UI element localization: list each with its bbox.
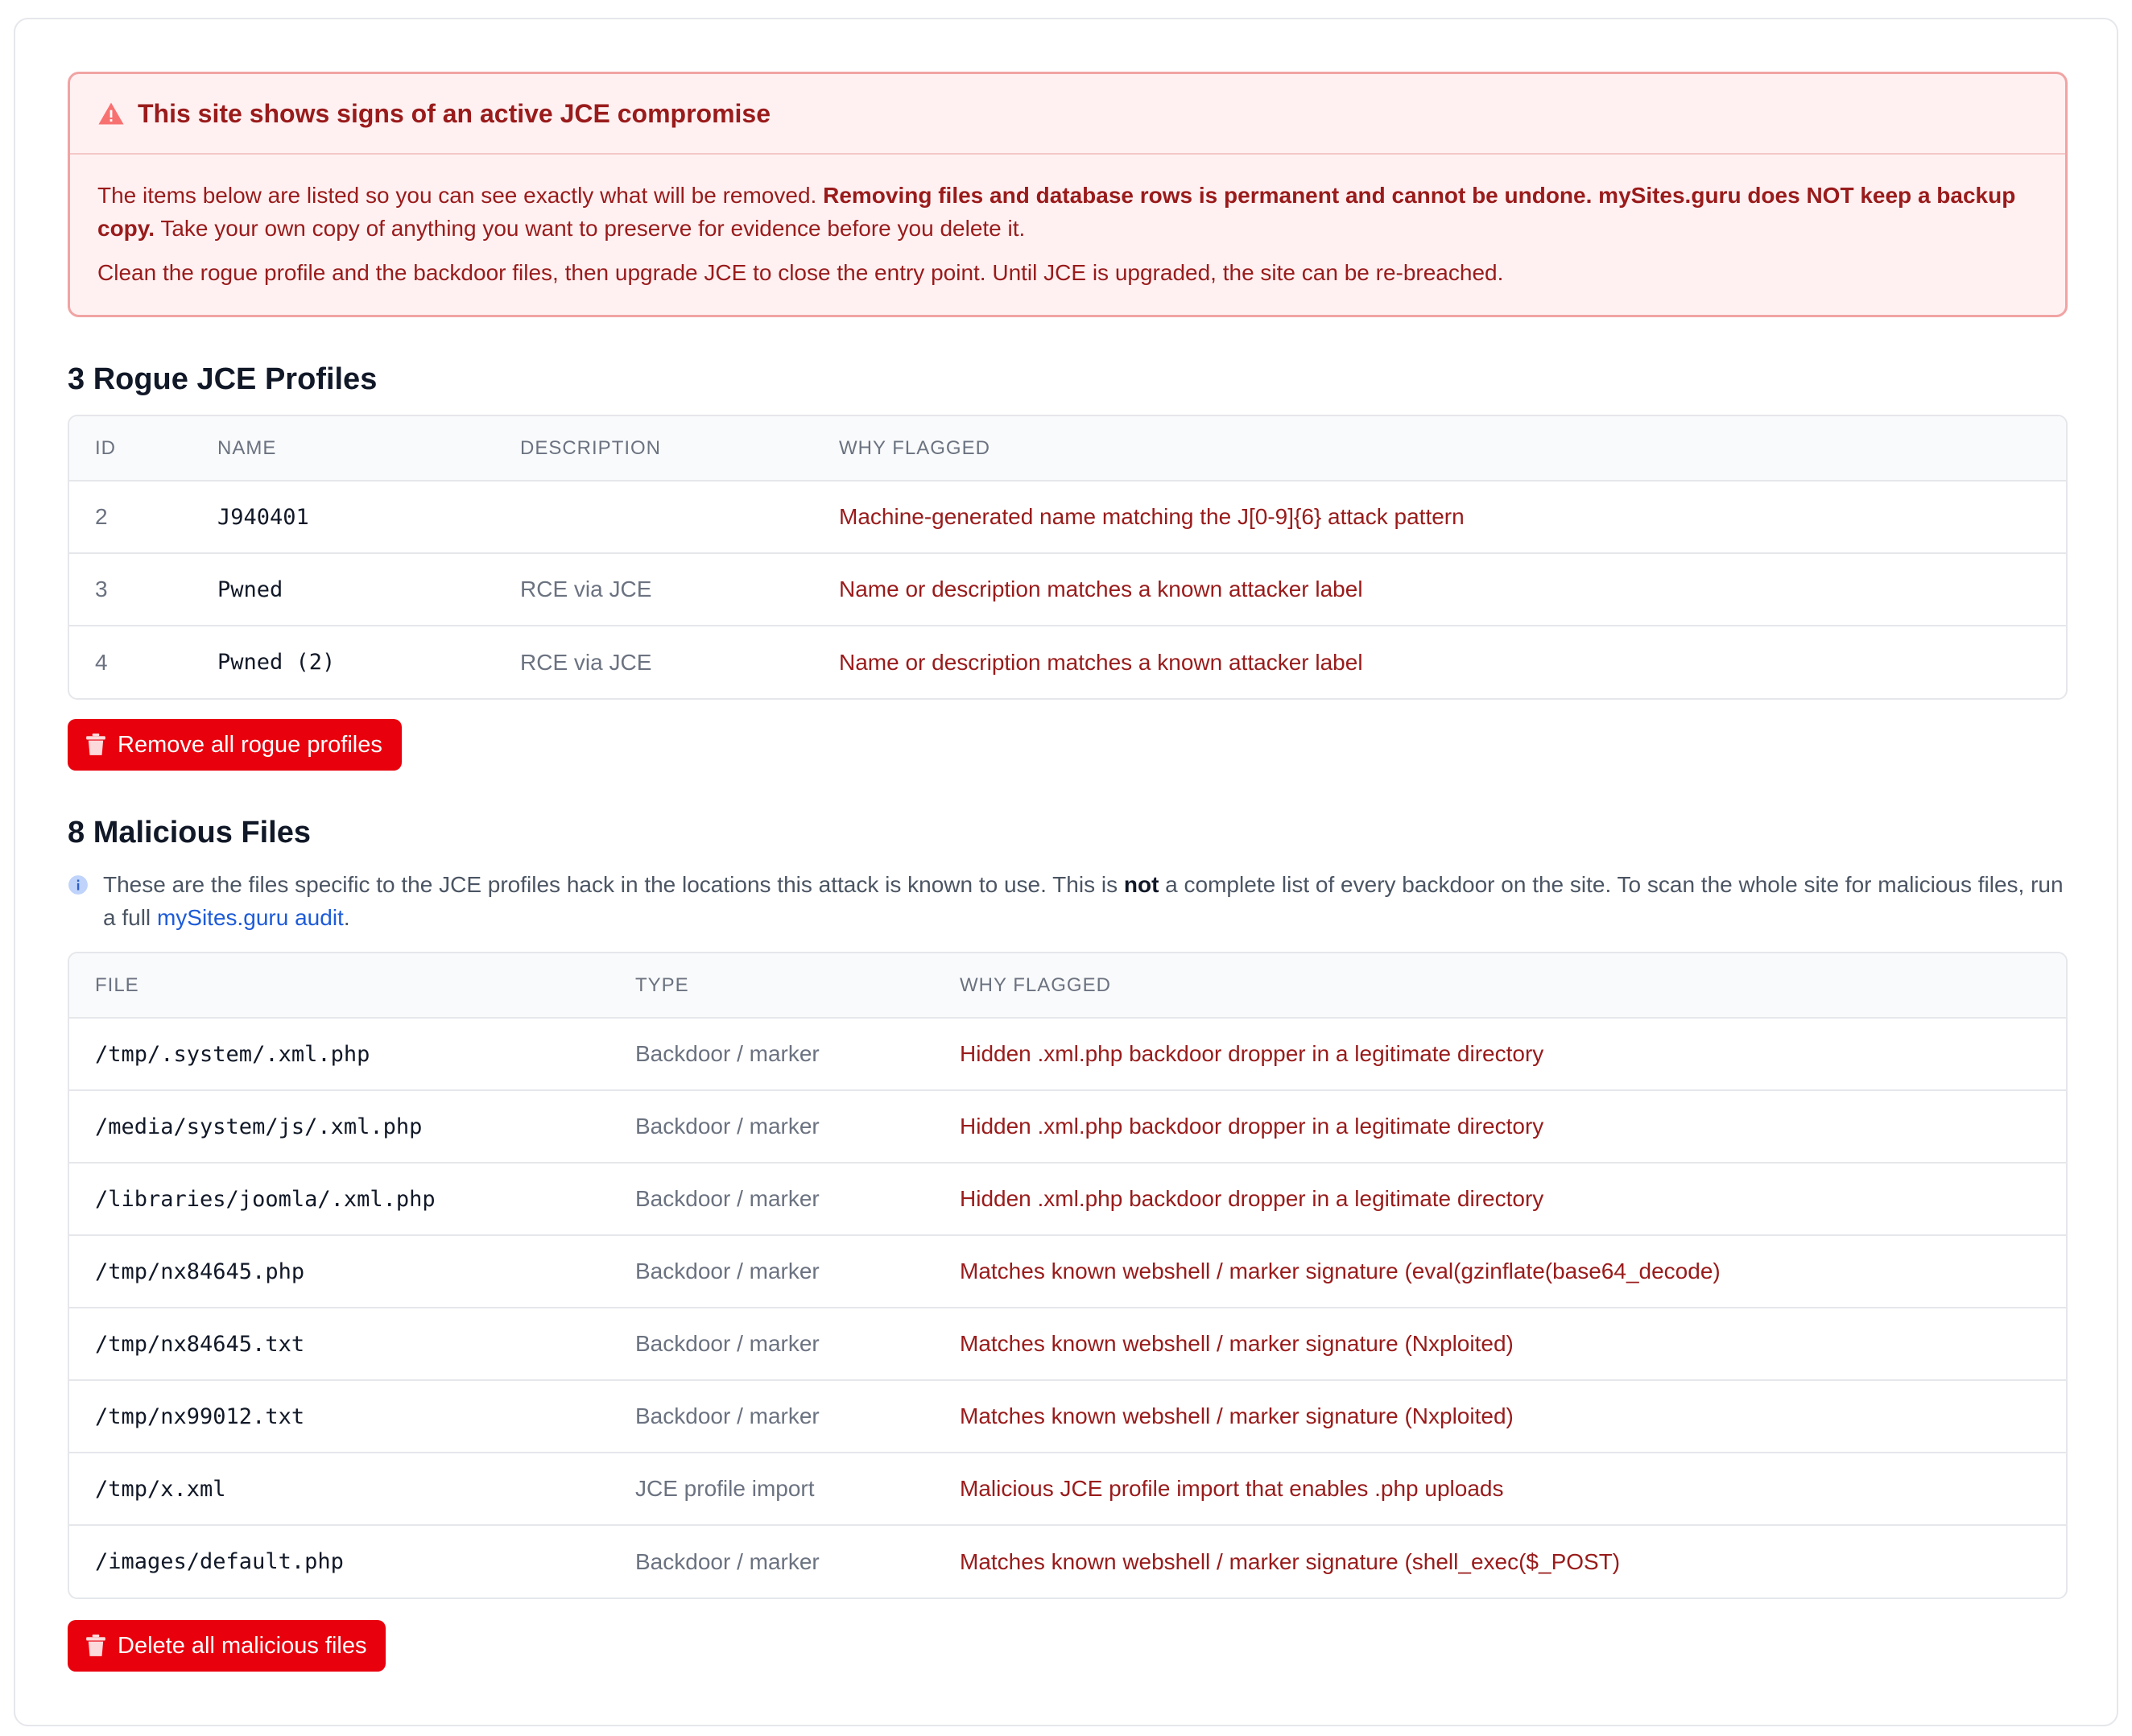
column-header-name: NAME xyxy=(192,416,494,482)
files-note-lead: These are the files specific to the JCE … xyxy=(103,872,1124,897)
profile-id: 3 xyxy=(69,553,192,626)
column-header-type: TYPE xyxy=(609,953,934,1019)
remove-rogue-profiles-button[interactable]: Remove all rogue profiles xyxy=(68,719,402,771)
file-why-flagged: Hidden .xml.php backdoor dropper in a le… xyxy=(934,1090,2066,1164)
warning-triangle-icon xyxy=(98,102,124,125)
profiles-table: ID NAME DESCRIPTION WHY FLAGGED 2 J94040… xyxy=(68,415,2068,700)
table-row: 3 Pwned RCE via JCE Name or description … xyxy=(69,553,2066,626)
file-type: Backdoor / marker xyxy=(609,1090,934,1164)
audit-link[interactable]: mySites.guru audit xyxy=(157,905,344,930)
remove-rogue-profiles-label: Remove all rogue profiles xyxy=(118,731,382,758)
files-heading: 8 Malicious Files xyxy=(68,816,311,849)
table-row: 2 J940401 Machine-generated name matchin… xyxy=(69,481,2066,554)
column-header-why-flagged: WHY FLAGGED xyxy=(934,953,2066,1019)
table-row: /tmp/nx84645.txt Backdoor / marker Match… xyxy=(69,1308,2066,1381)
files-scope-note: These are the files specific to the JCE … xyxy=(68,868,2064,934)
alert-body: The items below are listed so you can se… xyxy=(70,155,2065,315)
file-why-flagged: Hidden .xml.php backdoor dropper in a le… xyxy=(934,1163,2066,1236)
profile-description xyxy=(494,481,813,554)
file-type: Backdoor / marker xyxy=(609,1380,934,1453)
file-why-flagged: Matches known webshell / marker signatur… xyxy=(934,1308,2066,1381)
delete-malicious-files-button[interactable]: Delete all malicious files xyxy=(68,1620,386,1672)
alert-paragraph-1: The items below are listed so you can se… xyxy=(97,179,2038,245)
delete-malicious-files-label: Delete all malicious files xyxy=(118,1632,367,1659)
trash-icon xyxy=(86,734,105,755)
table-row: 4 Pwned (2) RCE via JCE Name or descript… xyxy=(69,626,2066,698)
file-path: /tmp/x.xml xyxy=(69,1453,609,1526)
files-header-row: FILE TYPE WHY FLAGGED xyxy=(69,953,2066,1019)
file-why-flagged: Hidden .xml.php backdoor dropper in a le… xyxy=(934,1018,2066,1091)
table-row: /images/default.php Backdoor / marker Ma… xyxy=(69,1525,2066,1598)
alert-paragraph-2: Clean the rogue profile and the backdoor… xyxy=(97,260,1504,285)
profiles-heading: 3 Rogue JCE Profiles xyxy=(68,362,378,396)
file-type: JCE profile import xyxy=(609,1453,934,1526)
file-type: Backdoor / marker xyxy=(635,1548,820,1574)
column-header-file: FILE xyxy=(69,953,609,1019)
file-path: /tmp/.system/.xml.php xyxy=(69,1018,609,1091)
alert-p1-tail: Take your own copy of anything you want … xyxy=(155,216,1026,241)
profile-why-flagged: Name or description matches a known atta… xyxy=(813,553,2066,626)
profile-description: RCE via JCE xyxy=(494,553,813,626)
alert-p1-lead: The items below are listed so you can se… xyxy=(97,183,824,208)
trash-icon xyxy=(86,1635,105,1656)
table-row: /tmp/.system/.xml.php Backdoor / marker … xyxy=(69,1018,2066,1091)
files-note-end: . xyxy=(343,905,350,930)
column-header-description: DESCRIPTION xyxy=(494,416,813,482)
file-path: /media/system/js/.xml.php xyxy=(69,1090,609,1164)
alert-header: This site shows signs of an active JCE c… xyxy=(70,74,2065,155)
files-table: FILE TYPE WHY FLAGGED /tmp/.system/.xml.… xyxy=(68,952,2068,1599)
file-path: /images/default.php xyxy=(95,1549,344,1574)
file-path: /libraries/joomla/.xml.php xyxy=(69,1163,609,1236)
table-row: /media/system/js/.xml.php Backdoor / mar… xyxy=(69,1090,2066,1164)
profile-name: J940401 xyxy=(192,481,494,554)
column-header-why-flagged: WHY FLAGGED xyxy=(813,416,2066,482)
file-why-flagged: Matches known webshell / marker signatur… xyxy=(960,1548,1621,1574)
file-why-flagged: Malicious JCE profile import that enable… xyxy=(934,1453,2066,1526)
alert-title: This site shows signs of an active JCE c… xyxy=(138,98,771,128)
file-type: Backdoor / marker xyxy=(609,1235,934,1308)
file-type: Backdoor / marker xyxy=(609,1308,934,1381)
files-note-emphasis: not xyxy=(1123,872,1159,897)
table-row: /libraries/joomla/.xml.php Backdoor / ma… xyxy=(69,1163,2066,1236)
profile-description: RCE via JCE xyxy=(520,649,652,675)
file-path: /tmp/nx99012.txt xyxy=(69,1380,609,1453)
file-why-flagged: Matches known webshell / marker signatur… xyxy=(934,1380,2066,1453)
file-type: Backdoor / marker xyxy=(609,1018,934,1091)
table-row: /tmp/nx99012.txt Backdoor / marker Match… xyxy=(69,1380,2066,1453)
profiles-header-row: ID NAME DESCRIPTION WHY FLAGGED xyxy=(69,416,2066,482)
file-path: /tmp/nx84645.txt xyxy=(69,1308,609,1381)
profile-name: Pwned (2) xyxy=(217,650,336,675)
jce-cleanup-panel: This site shows signs of an active JCE c… xyxy=(14,18,2118,1726)
profile-name: Pwned xyxy=(192,553,494,626)
files-note-text: These are the files specific to the JCE … xyxy=(103,868,2064,934)
profile-why-flagged: Name or description matches a known atta… xyxy=(839,649,1363,675)
table-row: /tmp/nx84645.php Backdoor / marker Match… xyxy=(69,1235,2066,1308)
column-header-id: ID xyxy=(69,416,192,482)
file-path: /tmp/nx84645.php xyxy=(69,1235,609,1308)
info-icon xyxy=(68,875,88,895)
file-why-flagged: Matches known webshell / marker signatur… xyxy=(934,1235,2066,1308)
file-type: Backdoor / marker xyxy=(609,1163,934,1236)
profile-id: 4 xyxy=(95,649,108,675)
compromise-alert: This site shows signs of an active JCE c… xyxy=(68,72,2068,317)
profile-id: 2 xyxy=(69,481,192,554)
profile-why-flagged: Machine-generated name matching the J[0-… xyxy=(813,481,2066,554)
table-row: /tmp/x.xml JCE profile import Malicious … xyxy=(69,1453,2066,1526)
